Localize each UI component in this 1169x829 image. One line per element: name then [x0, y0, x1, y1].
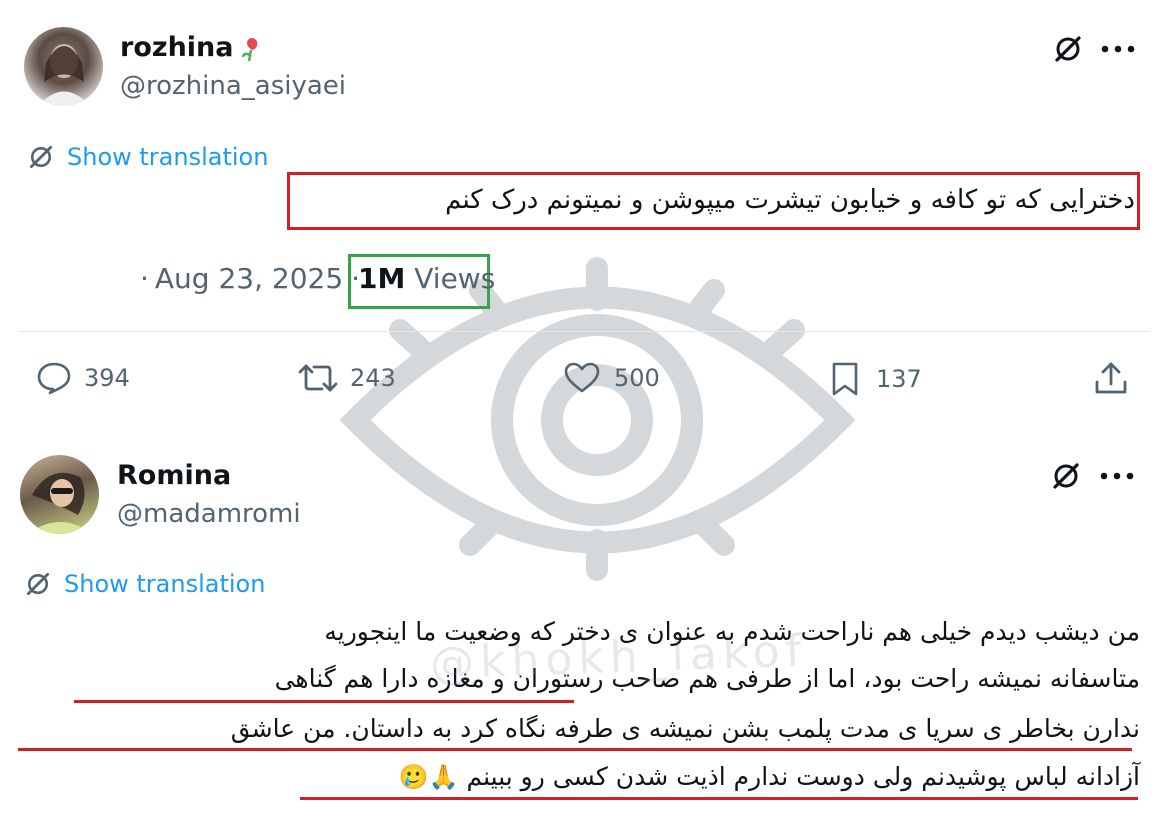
bookmark-count: 137: [876, 365, 922, 393]
views-label: Views: [414, 262, 496, 295]
grok-icon: [1053, 463, 1079, 489]
reply-button[interactable]: 394: [36, 361, 130, 395]
show-translation-link[interactable]: Show translation: [24, 570, 265, 598]
translate-icon: [29, 145, 53, 169]
reply-icon: [37, 362, 71, 395]
like-count: 500: [614, 364, 660, 392]
share-icon: [1095, 362, 1127, 394]
show-translation-link[interactable]: Show translation: [27, 143, 268, 171]
views[interactable]: 1M Views: [358, 262, 495, 295]
tearful-smile-pray-emoji: 🥲🙏: [398, 763, 459, 791]
grok-button[interactable]: [1050, 460, 1082, 492]
grok-icon: [1055, 36, 1081, 62]
avatar-photo-icon: [28, 472, 92, 534]
tweet-text-line-4: آزادانه لباس پوشیدنم ولی دوست ندارم اذیت…: [466, 762, 1141, 791]
eye-watermark-graphic: [339, 257, 856, 581]
user-handle[interactable]: @madamromi: [117, 499, 301, 529]
user-handle[interactable]: @rozhina_asiyaei: [120, 71, 346, 101]
more-icon: [1101, 45, 1135, 53]
grok-button[interactable]: [1052, 33, 1084, 65]
tweet-date[interactable]: Aug 23, 2025: [155, 262, 343, 295]
annotation-underline: [300, 797, 1138, 800]
bookmark-icon: [832, 362, 858, 396]
avatar[interactable]: [24, 27, 103, 106]
date-prefix: ·: [140, 262, 149, 295]
more-icon: [1100, 472, 1134, 480]
annotation-underline: [18, 748, 1132, 751]
display-name[interactable]: Romina: [117, 460, 231, 491]
more-button[interactable]: [1100, 472, 1134, 480]
more-button[interactable]: [1101, 45, 1135, 53]
divider: [20, 331, 1150, 332]
share-button[interactable]: [1094, 360, 1128, 396]
views-count: 1M: [358, 262, 406, 295]
show-translation-label[interactable]: Show translation: [64, 570, 265, 598]
display-name[interactable]: rozhina: [120, 32, 234, 63]
avatar[interactable]: [20, 455, 99, 534]
tweet-text: دخترایی که تو کافه و خیابون تیشرت میپوشن…: [445, 185, 1135, 215]
annotation-underline: [74, 700, 574, 703]
retweet-count: 243: [350, 364, 396, 392]
reply-count: 394: [84, 364, 130, 392]
avatar-photo-icon: [38, 44, 90, 106]
like-button[interactable]: 500: [564, 362, 660, 394]
retweet-icon: [298, 364, 338, 392]
bookmark-button[interactable]: 137: [830, 361, 922, 397]
show-translation-label[interactable]: Show translation: [67, 143, 268, 171]
retweet-button[interactable]: 243: [298, 362, 396, 394]
rose-emoji-icon: [240, 34, 262, 62]
tweet-text-line-3: ندارن بخاطر ی سریا ی مدت پلمب بشن نمیشه …: [230, 714, 1140, 743]
like-icon: [564, 362, 600, 393]
translate-icon: [26, 572, 50, 596]
